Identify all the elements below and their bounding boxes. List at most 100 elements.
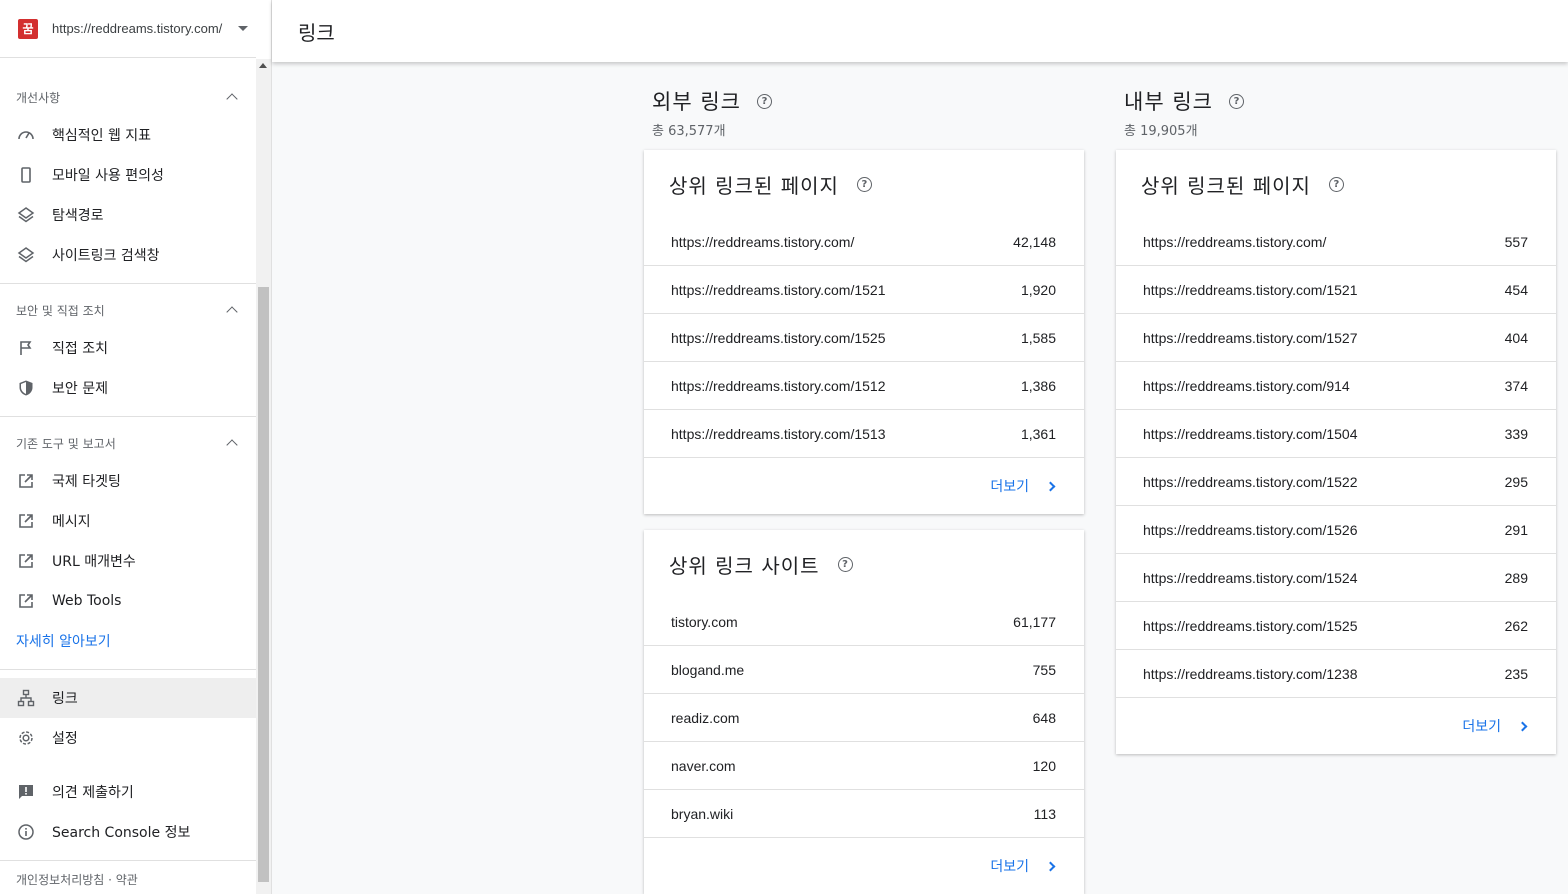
table-row[interactable]: https://reddreams.tistory.com/42,148 xyxy=(644,218,1084,266)
sidebar-item-label: 모바일 사용 편의성 xyxy=(52,168,164,184)
help-icon[interactable]: ? xyxy=(837,556,853,572)
table-row[interactable]: bryan.wiki 113 xyxy=(644,790,1084,838)
table-row[interactable]: https://reddreams.tistory.com/1512 1,386 xyxy=(644,362,1084,410)
more-link[interactable]: 더보기 xyxy=(644,838,1084,894)
chevron-right-icon xyxy=(1517,721,1528,731)
sidebar-item-label: 탐색경로 xyxy=(52,208,104,224)
section-header-legacy-tools[interactable]: 기존 도구 및 보고서 xyxy=(0,425,256,461)
sidebar-item-web-tools[interactable]: Web Tools xyxy=(0,581,256,621)
sidebar-item-core-web-vitals[interactable]: 핵심적인 웹 지표 xyxy=(0,115,256,155)
sidebar-item-international-targeting[interactable]: 국제 타겟팅 xyxy=(0,461,256,501)
sidebar-item-url-parameters[interactable]: URL 매개변수 xyxy=(0,541,256,581)
table-row[interactable]: tistory.com 61,177 xyxy=(644,598,1084,646)
row-url: https://reddreams.tistory.com/1504 xyxy=(1143,425,1358,442)
table-row[interactable]: https://reddreams.tistory.com/1522 295 xyxy=(1116,458,1556,506)
row-count: 454 xyxy=(1504,281,1528,298)
sidebar-item-messages[interactable]: 메시지 xyxy=(0,501,256,541)
row-url: https://reddreams.tistory.com/1525 xyxy=(671,329,886,346)
internal-links-title: 내부 링크 ? xyxy=(1124,86,1244,116)
layers-icon xyxy=(17,246,35,264)
table-row[interactable]: https://reddreams.tistory.com/1525 262 xyxy=(1116,602,1556,650)
sidebar-scrollbar[interactable] xyxy=(256,59,271,894)
row-url: https://reddreams.tistory.com/1512 xyxy=(671,377,886,394)
table-body: https://reddreams.tistory.com/557 https:/… xyxy=(1116,218,1556,698)
table-row[interactable]: readiz.com 648 xyxy=(644,694,1084,742)
table-row[interactable]: https://reddreams.tistory.com/914 374 xyxy=(1116,362,1556,410)
table-row[interactable]: https://reddreams.tistory.com/1521 454 xyxy=(1116,266,1556,314)
layers-icon xyxy=(17,206,35,224)
row-url: https://reddreams.tistory.com/1527 xyxy=(1143,329,1358,346)
sidebar-item-feedback[interactable]: 의견 제출하기 xyxy=(0,772,256,812)
table-row[interactable]: https://reddreams.tistory.com/1527 404 xyxy=(1116,314,1556,362)
sidebar-item-label: 사이트링크 검색창 xyxy=(52,248,160,264)
sidebar-item-label: Search Console 정보 xyxy=(52,825,191,841)
help-icon[interactable]: ? xyxy=(856,176,872,192)
more-label: 더보기 xyxy=(990,479,1029,495)
row-count: 1,386 xyxy=(1020,377,1056,394)
row-url: https://reddreams.tistory.com/1238 xyxy=(1143,665,1358,682)
sidebar-item-security-issues[interactable]: 보안 문제 xyxy=(0,368,256,408)
row-url: tistory.com xyxy=(671,613,738,630)
table-row[interactable]: https://reddreams.tistory.com/1513 1,361 xyxy=(644,410,1084,458)
page-title: 링크 xyxy=(298,20,335,45)
scroll-up-arrow-icon[interactable] xyxy=(259,63,267,68)
row-count: 289 xyxy=(1504,569,1528,586)
table-row[interactable]: https://reddreams.tistory.com/557 xyxy=(1116,218,1556,266)
help-icon[interactable]: ? xyxy=(756,93,772,109)
chevron-right-icon xyxy=(1045,861,1056,871)
card-title: 상위 링크 사이트 ? xyxy=(644,530,1084,598)
row-count: 262 xyxy=(1504,617,1528,634)
table-row[interactable]: https://reddreams.tistory.com/1526 291 xyxy=(1116,506,1556,554)
site-favicon: 꿈 xyxy=(18,18,38,39)
more-link[interactable]: 더보기 xyxy=(644,458,1084,514)
table-row[interactable]: https://reddreams.tistory.com/1524 289 xyxy=(1116,554,1556,602)
main-content: 외부 링크 ? 총 63,577개 상위 링크된 페이지 ? https://r… xyxy=(272,62,1568,894)
sidebar-item-manual-actions[interactable]: 직접 조치 xyxy=(0,328,256,368)
sidebar-item-links[interactable]: 링크 xyxy=(0,678,256,718)
row-count: 42,148 xyxy=(1013,233,1056,250)
external-link-icon xyxy=(17,552,35,570)
gear-icon xyxy=(17,729,35,747)
sidebar-item-breadcrumbs[interactable]: 탐색경로 xyxy=(0,195,256,235)
table-row[interactable]: naver.com 120 xyxy=(644,742,1084,790)
section-header-improvements[interactable]: 개선사항 xyxy=(0,79,256,115)
row-count: 339 xyxy=(1504,425,1528,442)
table-row[interactable]: blogand.me 755 xyxy=(644,646,1084,694)
more-link[interactable]: 더보기 xyxy=(1116,698,1556,754)
divider xyxy=(0,416,256,417)
sidebar-item-sitelinks-searchbox[interactable]: 사이트링크 검색창 xyxy=(0,235,256,275)
sidebar-item-about[interactable]: Search Console 정보 xyxy=(0,812,256,852)
sidebar-item-mobile-usability[interactable]: 모바일 사용 편의성 xyxy=(0,155,256,195)
row-count: 235 xyxy=(1504,665,1528,682)
row-url: https://reddreams.tistory.com/1524 xyxy=(1143,569,1358,586)
table-row[interactable]: https://reddreams.tistory.com/1238 235 xyxy=(1116,650,1556,698)
table-row[interactable]: https://reddreams.tistory.com/1525 1,585 xyxy=(644,314,1084,362)
sidebar-item-label: 메시지 xyxy=(52,514,91,530)
row-count: 1,361 xyxy=(1020,425,1056,442)
help-icon[interactable]: ? xyxy=(1228,93,1244,109)
row-url: https://reddreams.tistory.com/1522 xyxy=(1143,473,1358,490)
external-link-icon xyxy=(17,592,35,610)
footer-links[interactable]: 개인정보처리방침 · 약관 xyxy=(0,869,256,889)
sidebar-item-label: 국제 타겟팅 xyxy=(52,474,121,490)
row-url: https://reddreams.tistory.com/1521 xyxy=(671,281,886,298)
property-selector[interactable]: 꿈 https://reddreams.tistory.com/ xyxy=(0,0,256,58)
sidebar-item-label: URL 매개변수 xyxy=(52,554,136,570)
external-link-icon xyxy=(17,472,35,490)
gauge-icon xyxy=(17,126,35,144)
learn-more-link[interactable]: 자세히 알아보기 xyxy=(0,621,256,661)
scrollbar-thumb[interactable] xyxy=(258,287,269,882)
section-header-security[interactable]: 보안 및 직접 조치 xyxy=(0,292,256,328)
row-count: 113 xyxy=(1033,805,1056,822)
chevron-up-icon xyxy=(226,439,238,451)
sidebar-item-settings[interactable]: 설정 xyxy=(0,718,256,758)
sidebar-item-label: 직접 조치 xyxy=(52,341,108,357)
divider xyxy=(0,669,256,670)
sidebar-item-label: 의견 제출하기 xyxy=(52,785,134,801)
row-url: https://reddreams.tistory.com/1521 xyxy=(1143,281,1358,298)
help-icon[interactable]: ? xyxy=(1328,176,1344,192)
sidebar-item-label: 보안 문제 xyxy=(52,381,108,397)
table-row[interactable]: https://reddreams.tistory.com/1521 1,920 xyxy=(644,266,1084,314)
links-tree-icon xyxy=(17,689,35,707)
table-row[interactable]: https://reddreams.tistory.com/1504 339 xyxy=(1116,410,1556,458)
